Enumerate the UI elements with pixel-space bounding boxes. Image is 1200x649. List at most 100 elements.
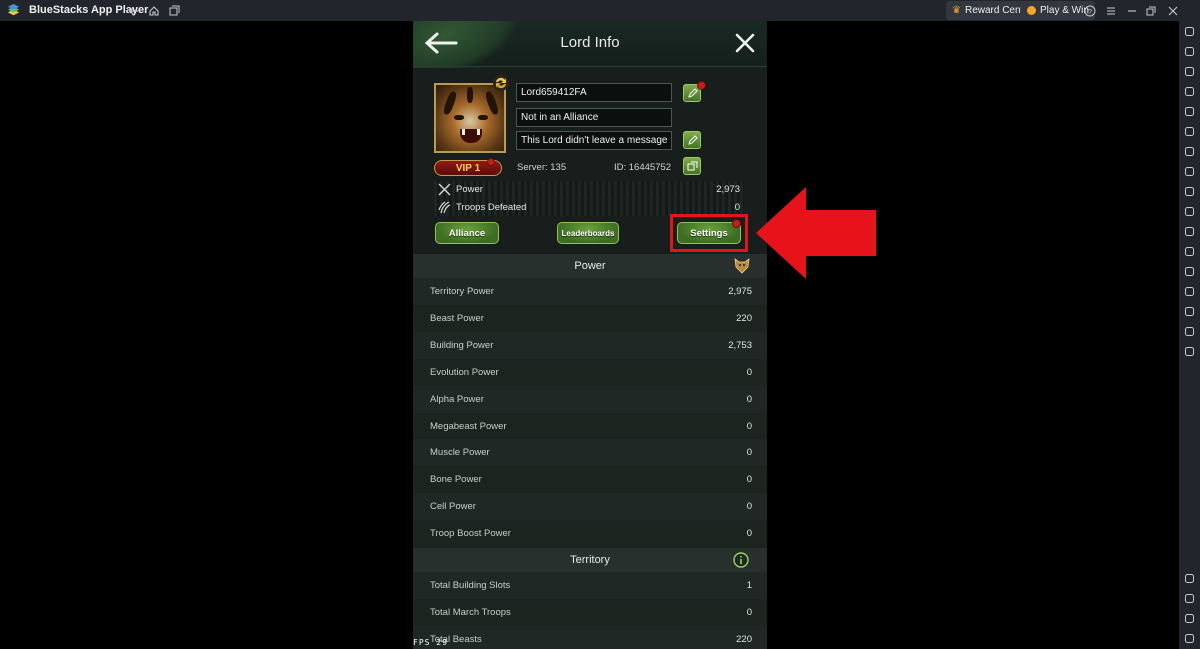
row-label: Total March Troops [430,606,511,618]
territory-section-header: Territory [413,548,767,572]
refresh-icon[interactable] [1182,124,1197,139]
leaderboards-button[interactable]: Leaderboards [557,222,619,244]
crossed-swords-icon [438,183,451,196]
row-label: Evolution Power [430,366,499,378]
stat-list-row: Territory Power 2,975 [413,278,767,305]
row-value: 0 [746,447,752,459]
row-label: Alpha Power [430,393,484,405]
install-apk-icon[interactable] [1182,144,1197,159]
stat-list-row: Total Building Slots 1 [413,572,767,599]
help-icon[interactable]: ? [1082,3,1097,18]
game-screen: Lord Info Lord659412FA Not in an Allianc… [413,21,767,649]
row-value: 220 [736,633,752,645]
restore-icon[interactable] [1143,3,1158,18]
menu-icon[interactable] [1103,3,1118,18]
stat-value: 0 [734,202,740,213]
recent-apps-icon[interactable] [166,3,181,18]
stat-list-row: Megabeast Power 0 [413,413,767,440]
minimize-icon[interactable] [1124,3,1139,18]
info-icon[interactable] [733,552,749,568]
lord-info-header: Lord Info [413,21,767,90]
vip-notification-dot [487,158,495,166]
stat-list-row: Beast Power 220 [413,305,767,332]
stat-list-row: Troop Boost Power 0 [413,520,767,547]
server-label: Server: 135 [517,162,567,173]
back-icon[interactable] [1182,591,1197,606]
stat-list-row: Cell Power 0 [413,493,767,521]
home-icon[interactable] [146,3,161,18]
tiger-avatar[interactable] [434,83,506,153]
tiger-crest-icon[interactable] [733,257,751,275]
stat-list-row: Bone Power 0 [413,466,767,493]
stat-list-row: Muscle Power 0 [413,439,767,467]
stat-list-row: Total March Troops 0 [413,599,767,626]
screenshot-gallery-icon[interactable] [1182,164,1197,179]
row-value: 220 [736,312,752,324]
row-value: 1 [746,580,752,591]
screenshot-icon[interactable] [1182,184,1197,199]
section-title: Power [574,260,606,272]
close-icon[interactable] [1165,3,1180,18]
alliance-field: Not in an Alliance [516,108,672,127]
back-icon[interactable] [126,3,141,18]
stat-label: Troops Defeated [456,202,527,213]
copy-id-button[interactable] [683,157,701,175]
row-value: 0 [746,420,752,432]
stat-list-row: Evolution Power 0 [413,359,767,386]
media-folder-icon[interactable] [1182,224,1197,239]
home-icon[interactable] [1182,611,1197,626]
row-value: 0 [746,393,752,405]
eco-mode-icon[interactable] [1182,284,1197,299]
pencil-icon [687,134,698,145]
row-value: 0 [746,474,752,486]
page-title: Lord Info [560,34,620,51]
crown-icon: ♛ [952,5,961,16]
power-stat-row: Power 2,973 [434,181,744,198]
row-label: Bone Power [430,474,482,486]
volume-icon[interactable] [1182,44,1197,59]
alliance-button[interactable]: Alliance [435,222,499,244]
row-value: 0 [746,528,752,540]
layers-icon[interactable] [1182,324,1197,339]
row-value: 2,975 [728,286,752,297]
row-label: Total Building Slots [430,580,511,591]
fps-counter: FPS 29 [413,638,448,647]
row-value: 2,753 [728,339,752,351]
section-title: Territory [570,554,610,566]
timer-icon[interactable] [1182,344,1197,359]
message-field: This Lord didn't leave a message [516,131,672,150]
stat-label: Power [456,184,483,195]
settings-icon[interactable] [1182,571,1197,586]
keyboard-icon[interactable] [1182,84,1197,99]
close-icon[interactable] [734,32,756,54]
location-icon[interactable] [1182,304,1197,319]
row-value: 0 [746,501,752,513]
crop-icon[interactable] [1182,204,1197,219]
bluestacks-logo [7,3,20,16]
copy-icon [687,161,697,170]
row-value: 0 [746,606,752,618]
multi-instance-icon[interactable] [1182,264,1197,279]
notification-dot [697,81,706,90]
recent-apps-icon[interactable] [1182,631,1197,646]
coin-icon [1027,6,1036,15]
swap-avatar-icon[interactable] [492,74,510,92]
video-icon[interactable] [1182,64,1197,79]
airplane-icon[interactable] [1182,244,1197,259]
stat-list-row: Total Beasts 220 [413,625,767,649]
fullscreen-icon[interactable] [1182,24,1197,39]
settings-highlight-box [670,214,748,252]
rotate-icon[interactable] [1182,104,1197,119]
edit-message-button[interactable] [683,131,701,149]
power-section-header: Power [413,254,767,278]
right-sidebar [1179,21,1200,649]
title-bar: BlueStacks App Player ♛ Reward Center Pl… [0,0,1200,21]
row-label: Territory Power [430,286,494,297]
pencil-icon [687,87,698,98]
row-label: Beast Power [430,312,484,324]
stat-value: 2,973 [716,184,740,195]
id-label: ID: 16445752 [614,162,672,173]
claw-icon [438,201,451,214]
stat-list-row: Building Power 2,753 [413,331,767,359]
pointer-arrow-icon [756,187,876,279]
